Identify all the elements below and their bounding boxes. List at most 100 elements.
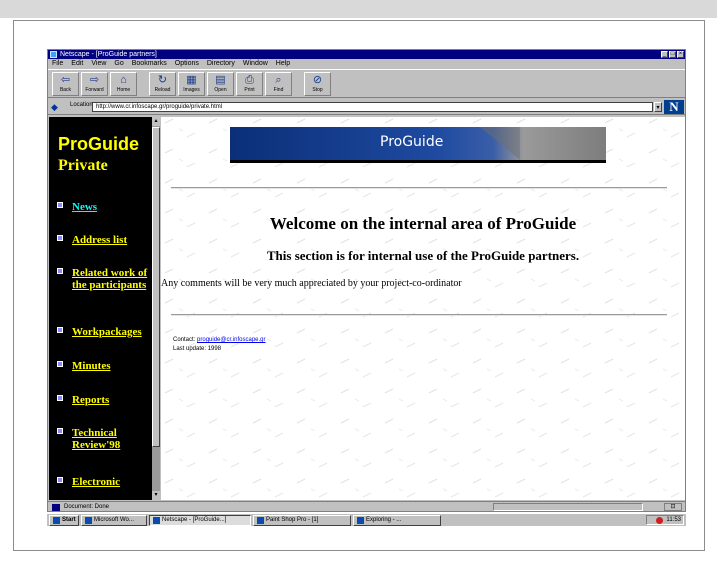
windows-taskbar: Start Microsoft Wo... Netscape - [ProGui… (47, 513, 686, 526)
address-list-link[interactable]: Address list (72, 234, 152, 246)
sidebar-item-related-work: Related work of the participants (57, 267, 152, 291)
navigation-toolbar: ⇦ Back ⇨ Forward ⌂ Home ↻ Reload ▦ Images ▤ Op… (48, 69, 685, 98)
window-controls: _ □ × (661, 51, 684, 58)
netscape-logo[interactable]: N (664, 100, 684, 114)
sidebar-item-minutes: Minutes (57, 360, 152, 372)
scroll-thumb[interactable] (152, 127, 160, 447)
sidebar-scrollbar[interactable]: ▴ ▾ (152, 117, 160, 500)
reload-button[interactable]: ↻ Reload (149, 72, 176, 96)
taskbar-item-explorer[interactable]: Exploring - ... (353, 515, 441, 526)
intro-paragraph: Any comments will be very much appreciat… (161, 278, 462, 289)
menu-options[interactable]: Options (175, 59, 199, 68)
contact-email-link[interactable]: proguide@cr.infoscape.gr (197, 337, 265, 343)
url-input[interactable]: http://www.cr.infoscape.gr/proguide/priv… (92, 102, 653, 112)
print-label: Print (244, 87, 255, 93)
proguide-banner: ProGuide (230, 127, 606, 163)
progress-indicator (493, 503, 643, 511)
back-button[interactable]: ⇦ Back (52, 72, 79, 96)
volume-icon[interactable] (656, 516, 664, 524)
start-label: Start (62, 517, 76, 523)
url-history-dropdown[interactable]: ▾ (654, 102, 662, 112)
electronic-link[interactable]: Electronic (72, 476, 152, 488)
menu-bookmarks[interactable]: Bookmarks (132, 59, 167, 68)
images-label: Images (183, 87, 200, 93)
scroll-up-arrow-icon[interactable]: ▴ (152, 117, 160, 126)
home-button[interactable]: ⌂ Home (110, 72, 137, 96)
print-button[interactable]: ⎙ Print (236, 72, 263, 96)
sidebar-item-news: News (57, 201, 152, 213)
page-heading: Welcome on the internal area of ProGuide (269, 214, 577, 233)
back-label: Back (59, 87, 72, 93)
reports-link[interactable]: Reports (72, 394, 152, 406)
scroll-down-arrow-icon[interactable]: ▾ (152, 491, 160, 500)
menu-file[interactable]: File (52, 59, 63, 68)
title-bar[interactable]: Netscape - [ProGuide partners] _ □ × (48, 50, 685, 59)
workpackages-link[interactable]: Workpackages (72, 326, 152, 338)
forward-button[interactable]: ⇨ Forward (81, 72, 108, 96)
contact-label: Contact: (173, 337, 196, 343)
menu-window[interactable]: Window (243, 59, 268, 68)
navigation-frame: ProGuide Private News Address list Relat… (49, 117, 160, 500)
open-button[interactable]: ▤ Open (207, 72, 234, 96)
menu-edit[interactable]: Edit (71, 59, 83, 68)
bookmark-icon[interactable]: ◆ (51, 102, 61, 112)
bullet-icon (57, 428, 63, 434)
find-icon: ⌕ (275, 74, 282, 86)
security-icon[interactable]: ⊡ (664, 503, 682, 511)
find-button[interactable]: ⌕ Find (265, 72, 292, 96)
page-subheading: This section is for internal use of the … (266, 248, 580, 263)
bullet-icon (57, 361, 63, 367)
word-icon (85, 517, 92, 524)
open-label: Open (214, 87, 227, 93)
banner-graphic (480, 127, 520, 160)
minutes-link[interactable]: Minutes (72, 360, 152, 372)
clock: 11:53 (666, 516, 681, 523)
last-update-text: Last update: 1998 (173, 346, 222, 352)
sidebar-subtitle: Private (58, 157, 108, 174)
sidebar-title: ProGuide (58, 134, 140, 154)
close-button[interactable]: × (677, 51, 684, 58)
bullet-icon (57, 327, 63, 333)
reload-label: Reload (154, 87, 171, 93)
netscape-icon (153, 517, 160, 524)
forward-arrow-icon: ⇨ (89, 74, 100, 86)
images-icon: ▦ (186, 74, 197, 86)
stop-label: Stop (312, 87, 323, 93)
stop-icon: ⊘ (312, 74, 323, 86)
banner-text: ProGuide (380, 134, 444, 150)
netscape-window-icon[interactable] (50, 51, 57, 58)
taskbar-item-paintshop[interactable]: Paint Shop Pro - [1] (253, 515, 351, 526)
news-link[interactable]: News (72, 201, 152, 213)
menu-go[interactable]: Go (114, 59, 123, 68)
reload-icon: ↻ (157, 74, 168, 86)
maximize-button[interactable]: □ (669, 51, 676, 58)
images-button[interactable]: ▦ Images (178, 72, 205, 96)
taskbar-item-netscape[interactable]: Netscape - [ProGuide...] (149, 515, 251, 526)
home-icon: ⌂ (120, 74, 127, 86)
location-label: Location: (70, 102, 95, 108)
menu-help[interactable]: Help (276, 59, 290, 68)
contact-line: Contact: proguide@cr.infoscape.gr (173, 337, 266, 343)
taskbar-item-label: Netscape - [ProGuide...] (162, 517, 227, 523)
taskbar-item-label: Paint Shop Pro - [1] (266, 517, 319, 523)
print-icon: ⎙ (245, 74, 254, 86)
menu-view[interactable]: View (91, 59, 106, 68)
menu-bar: File Edit View Go Bookmarks Options Dire… (48, 59, 685, 68)
bullet-icon (57, 202, 63, 208)
menu-directory[interactable]: Directory (207, 59, 235, 68)
technical-review-link[interactable]: Technical Review'98 (72, 427, 152, 451)
find-label: Find (273, 87, 284, 93)
taskbar-item-label: Microsoft Wo... (94, 517, 134, 523)
bullet-icon (57, 235, 63, 241)
taskbar-item-label: Exploring - ... (366, 517, 402, 523)
content-frame: ProGuide Welcome on the internal area of… (161, 117, 685, 500)
taskbar-item-word[interactable]: Microsoft Wo... (81, 515, 147, 526)
start-button[interactable]: Start (49, 515, 79, 526)
related-work-link[interactable]: Related work of the participants (72, 267, 152, 291)
background-texture (161, 117, 685, 500)
horizontal-rule (171, 187, 667, 189)
stop-button[interactable]: ⊘ Stop (304, 72, 331, 96)
minimize-button[interactable]: _ (661, 51, 668, 58)
